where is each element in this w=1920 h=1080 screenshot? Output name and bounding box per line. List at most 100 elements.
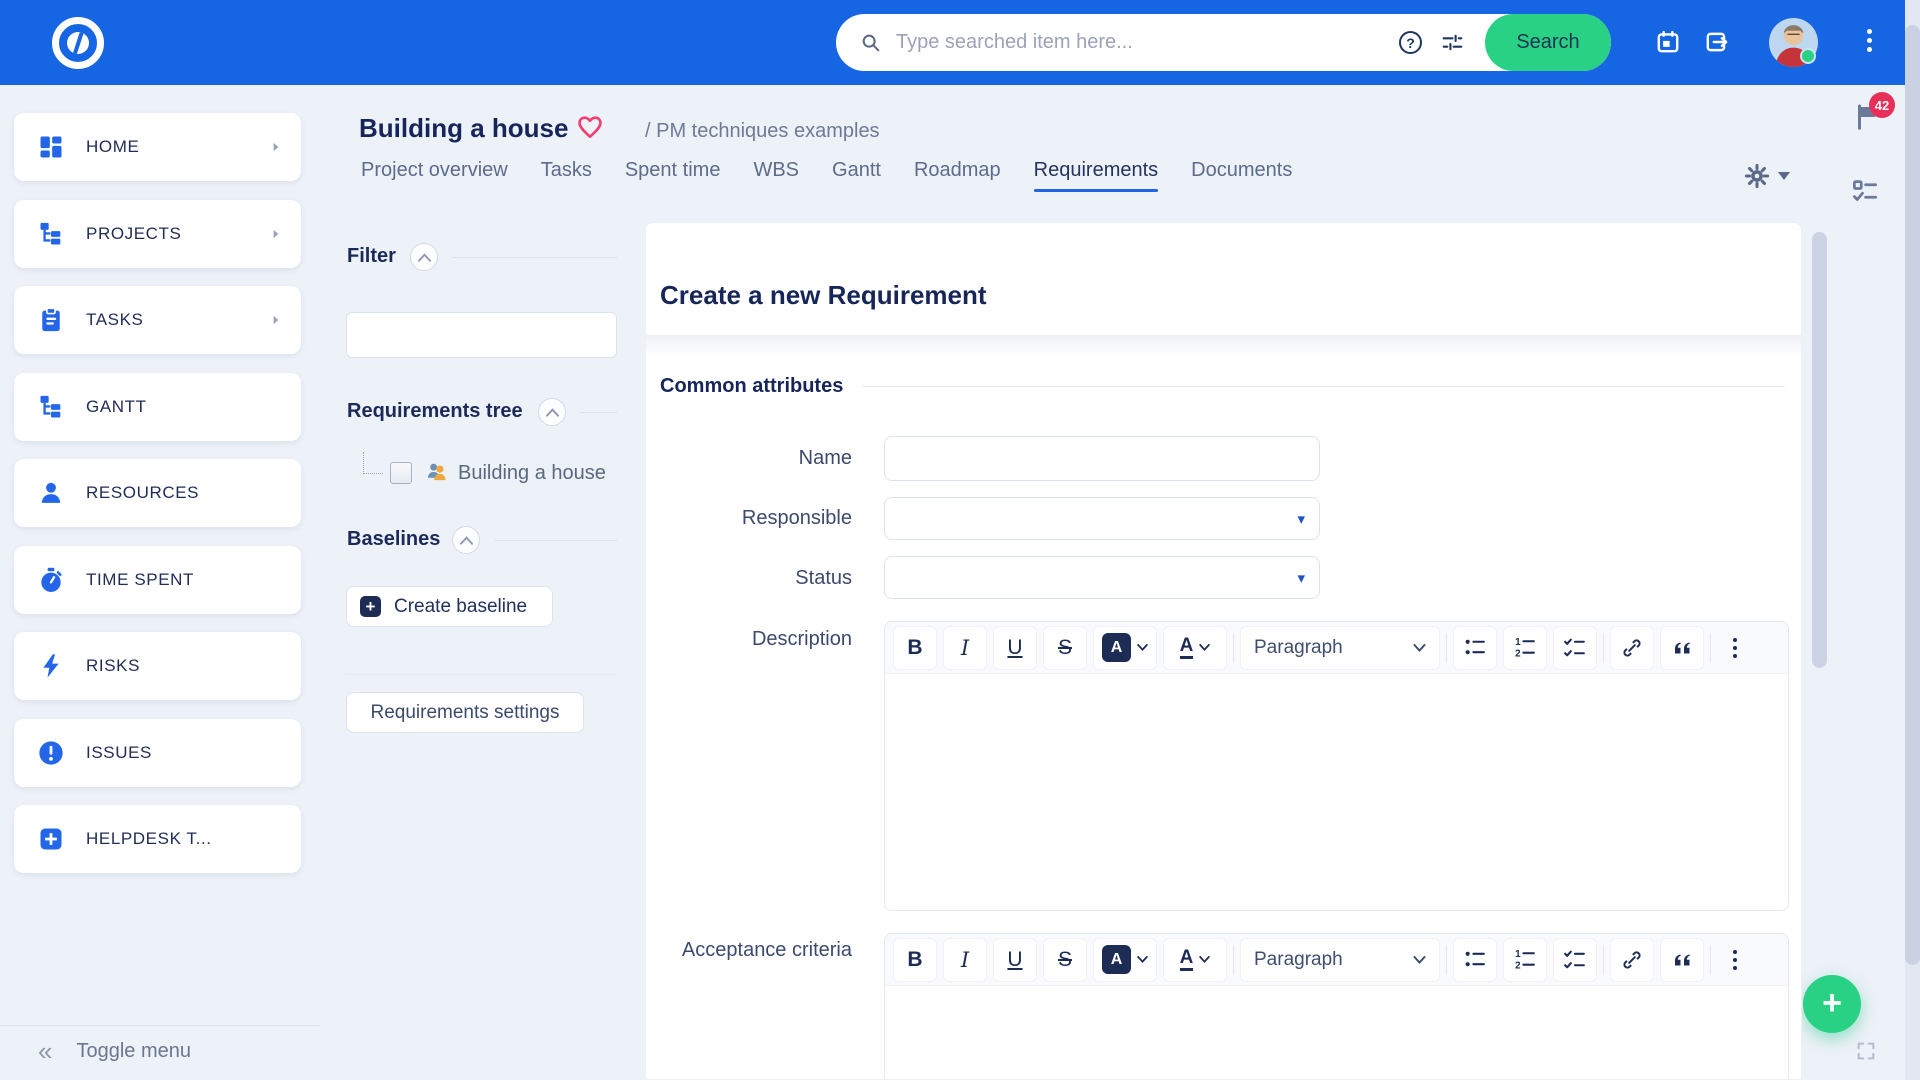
search-button[interactable]: Search [1485, 14, 1611, 71]
toolbar-separator [1233, 633, 1234, 663]
sidebar-item-issues[interactable]: ISSUES [14, 719, 301, 787]
name-input[interactable] [884, 436, 1320, 481]
underline-button[interactable]: U [993, 938, 1037, 982]
tab-gantt[interactable]: Gantt [832, 159, 881, 182]
clipboard-icon [37, 306, 65, 334]
font-color-button[interactable]: A [1163, 938, 1227, 982]
filter-collapse-button[interactable] [410, 243, 438, 271]
tab-documents[interactable]: Documents [1191, 159, 1292, 182]
toolbar-separator [1710, 945, 1711, 975]
toolbar-separator [1603, 945, 1604, 975]
sidebar-item-time-spent[interactable]: TIME SPENT [14, 546, 301, 614]
create-baseline-label: Create baseline [394, 596, 527, 618]
tree-collapse-button[interactable] [538, 398, 566, 426]
search-help-icon[interactable]: ? [1399, 31, 1422, 54]
sidebar-item-helpdesk[interactable]: HELPDESK T... [14, 805, 301, 873]
font-color-button[interactable]: A [1163, 626, 1227, 670]
tree-item-label[interactable]: Building a house [458, 462, 606, 485]
requirements-tree-title: Requirements tree [347, 400, 523, 423]
app-logo-mark [67, 32, 89, 54]
page-scrollbar-thumb[interactable] [1905, 25, 1920, 965]
baselines-collapse-button[interactable] [452, 526, 480, 554]
tab-roadmap[interactable]: Roadmap [914, 159, 1001, 182]
breadcrumb[interactable]: / PM techniques examples [645, 120, 880, 143]
export-icon[interactable] [1704, 29, 1730, 55]
paragraph-style-dropdown[interactable]: Paragraph [1240, 626, 1440, 670]
create-new-fab[interactable]: + [1803, 975, 1861, 1033]
sidebar-item-label: HELPDESK T... [86, 829, 212, 849]
font-background-button[interactable]: A [1093, 938, 1157, 982]
bulleted-list-button[interactable] [1453, 626, 1497, 670]
italic-button[interactable]: I [943, 938, 987, 982]
plus-square-icon [37, 825, 65, 853]
collapse-arrows-icon: « [38, 1038, 52, 1064]
toolbar-overflow-menu[interactable] [1717, 938, 1753, 982]
strikethrough-button[interactable]: S [1043, 626, 1087, 670]
sidebar-item-gantt[interactable]: GANTT [14, 373, 301, 441]
acceptance-editor-body[interactable] [885, 986, 1788, 1080]
bold-button[interactable]: B [893, 938, 937, 982]
sidebar-item-label: ISSUES [86, 743, 152, 763]
topbar-kebab-menu-icon[interactable] [1865, 29, 1873, 52]
name-label: Name [646, 447, 852, 470]
toolbar-overflow-menu[interactable] [1717, 626, 1753, 670]
bold-button[interactable]: B [893, 626, 937, 670]
chevron-right-icon [269, 227, 283, 241]
link-button[interactable] [1610, 626, 1654, 670]
responsible-select[interactable]: ▾ [884, 497, 1320, 540]
paragraph-style-dropdown[interactable]: Paragraph [1240, 938, 1440, 982]
blockquote-button[interactable] [1660, 938, 1704, 982]
tab-tasks[interactable]: Tasks [541, 159, 592, 182]
font-background-icon: A [1102, 945, 1131, 974]
toggle-menu-button[interactable]: « Toggle menu [38, 1038, 191, 1064]
tree-item-checkbox[interactable] [390, 462, 412, 484]
underline-button[interactable]: U [993, 626, 1037, 670]
create-baseline-button[interactable]: + Create baseline [346, 586, 553, 627]
numbered-list-button[interactable]: 1 2 [1503, 626, 1547, 670]
favorite-heart-icon[interactable] [576, 113, 604, 141]
toolbar-separator [1710, 633, 1711, 663]
sidebar-item-risks[interactable]: RISKS [14, 632, 301, 700]
page-title: Building a house [359, 113, 568, 144]
panel-scrollbar-thumb[interactable] [1812, 232, 1827, 668]
person-icon [37, 479, 65, 507]
blockquote-button[interactable] [1660, 626, 1704, 670]
sidebar-item-resources[interactable]: RESOURCES [14, 459, 301, 527]
tree-icon [37, 393, 65, 421]
plus-icon: + [1822, 986, 1842, 1020]
search-filter-icon[interactable] [1440, 30, 1465, 55]
requirements-settings-label: Requirements settings [370, 702, 559, 724]
tab-project-overview[interactable]: Project overview [361, 159, 508, 182]
filter-input[interactable] [346, 312, 617, 358]
svg-text:1: 1 [1515, 949, 1521, 960]
dashboard-icon [37, 133, 65, 161]
status-select[interactable]: ▾ [884, 556, 1320, 599]
sidebar-item-projects[interactable]: PROJECTS [14, 200, 301, 268]
link-button[interactable] [1610, 938, 1654, 982]
numbered-list-button[interactable]: 1 2 [1503, 938, 1547, 982]
bulleted-list-button[interactable] [1453, 938, 1497, 982]
font-background-button[interactable]: A [1093, 626, 1157, 670]
sidebar-item-label: TASKS [86, 310, 143, 330]
filter-section-title: Filter [347, 245, 396, 268]
todo-list-button[interactable] [1553, 938, 1597, 982]
fullscreen-expand-icon[interactable] [1855, 1040, 1877, 1062]
chevron-down-icon: ▾ [1297, 510, 1305, 528]
requirements-settings-button[interactable]: Requirements settings [346, 692, 584, 733]
toolbar-separator [1446, 633, 1447, 663]
sidebar-item-home[interactable]: HOME [14, 113, 301, 181]
italic-button[interactable]: I [943, 626, 987, 670]
tab-requirements[interactable]: Requirements [1034, 159, 1159, 182]
module-settings-button[interactable] [1744, 163, 1790, 189]
tab-spent-time[interactable]: Spent time [625, 159, 721, 182]
search-input[interactable] [896, 31, 1399, 54]
app-logo[interactable] [52, 17, 104, 69]
acceptance-editor: B I U S A A Paragraph [884, 933, 1789, 1080]
strikethrough-button[interactable]: S [1043, 938, 1087, 982]
description-editor-body[interactable] [885, 674, 1788, 910]
checklist-panel-icon[interactable] [1850, 176, 1880, 206]
calendar-icon[interactable] [1655, 29, 1681, 55]
tab-wbs[interactable]: WBS [753, 159, 799, 182]
todo-list-button[interactable] [1553, 626, 1597, 670]
sidebar-item-tasks[interactable]: TASKS [14, 286, 301, 354]
